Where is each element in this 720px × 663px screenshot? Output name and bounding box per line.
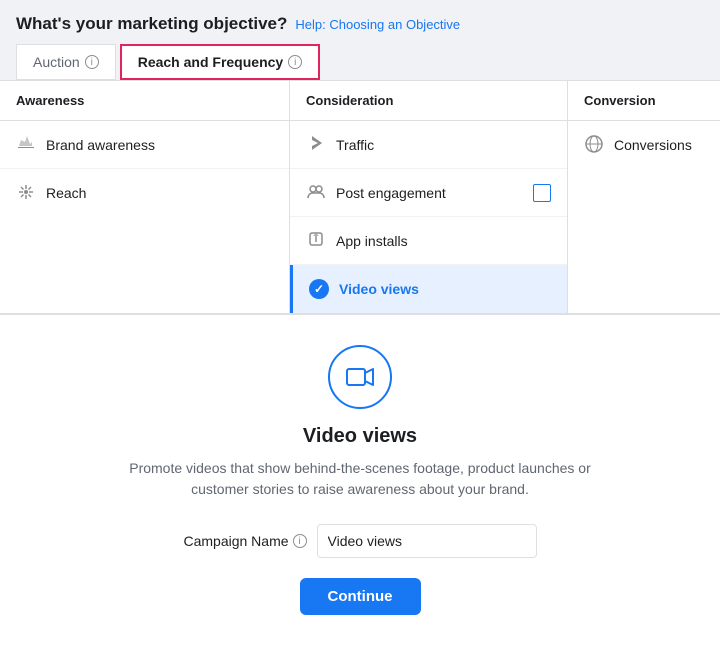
- item-conversions[interactable]: Conversions: [568, 121, 720, 169]
- detail-title: Video views: [16, 425, 704, 448]
- continue-button[interactable]: Continue: [300, 578, 421, 615]
- campaign-name-label: Campaign Name i: [183, 533, 306, 549]
- video-views-check: [309, 279, 329, 299]
- objectives-section: Awareness Brand awareness: [0, 81, 720, 315]
- item-app-installs[interactable]: App installs: [290, 217, 567, 265]
- awareness-header: Awareness: [0, 81, 289, 121]
- page-title: What's your marketing objective?: [16, 14, 287, 34]
- app-installs-icon: [306, 229, 326, 252]
- post-engagement-icon: [306, 181, 326, 204]
- conversions-icon: [584, 134, 604, 157]
- help-link[interactable]: Help: Choosing an Objective: [295, 17, 460, 32]
- traffic-label: Traffic: [336, 137, 374, 153]
- column-awareness: Awareness Brand awareness: [0, 81, 290, 313]
- item-video-views[interactable]: Video views: [290, 265, 567, 313]
- item-traffic[interactable]: Traffic: [290, 121, 567, 169]
- item-reach[interactable]: Reach: [0, 169, 289, 217]
- campaign-name-info: i: [293, 534, 307, 548]
- tab-auction-info: i: [85, 55, 99, 69]
- consideration-header: Consideration: [290, 81, 567, 121]
- campaign-name-row: Campaign Name i: [16, 524, 704, 558]
- tab-reach-frequency[interactable]: Reach and Frequency i: [120, 44, 321, 80]
- conversion-header: Conversion: [568, 81, 720, 121]
- column-consideration: Consideration Traffic: [290, 81, 568, 313]
- app-installs-label: App installs: [336, 233, 408, 249]
- detail-section: Video views Promote videos that show beh…: [0, 315, 720, 635]
- tabs-row: Auction i Reach and Frequency i: [16, 44, 704, 80]
- campaign-name-input[interactable]: [317, 524, 537, 558]
- header: What's your marketing objective? Help: C…: [0, 0, 720, 81]
- column-conversion: Conversion Conversions: [568, 81, 720, 313]
- detail-description: Promote videos that show behind-the-scen…: [120, 458, 600, 500]
- video-views-label: Video views: [339, 281, 419, 297]
- header-title-row: What's your marketing objective? Help: C…: [16, 14, 704, 34]
- detail-icon-circle: [328, 345, 392, 409]
- conversions-label: Conversions: [614, 137, 692, 153]
- item-post-engagement[interactable]: Post engagement: [290, 169, 567, 217]
- objectives-columns: Awareness Brand awareness: [0, 81, 720, 314]
- post-engagement-checkbox[interactable]: [533, 184, 551, 202]
- reach-label: Reach: [46, 185, 86, 201]
- tab-reach-frequency-label: Reach and Frequency: [138, 54, 284, 70]
- page-wrapper: What's your marketing objective? Help: C…: [0, 0, 720, 663]
- brand-awareness-icon: [16, 133, 36, 156]
- post-engagement-label: Post engagement: [336, 185, 446, 201]
- tab-auction[interactable]: Auction i: [16, 44, 116, 80]
- brand-awareness-label: Brand awareness: [46, 137, 155, 153]
- item-brand-awareness[interactable]: Brand awareness: [0, 121, 289, 169]
- video-camera-icon: [345, 362, 375, 392]
- reach-icon: [16, 182, 36, 205]
- tab-reach-frequency-info: i: [288, 55, 302, 69]
- traffic-icon: [306, 133, 326, 156]
- tab-auction-label: Auction: [33, 54, 80, 70]
